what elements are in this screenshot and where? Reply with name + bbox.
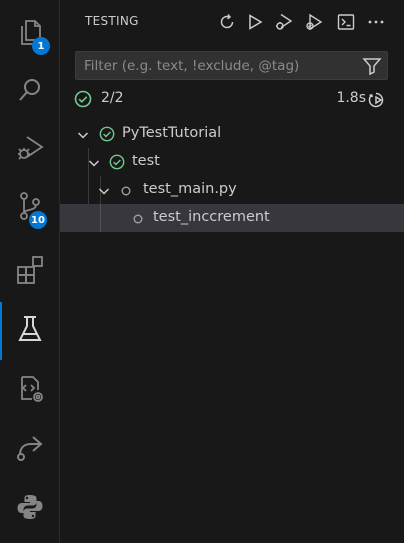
debug-all-icon[interactable] [273, 11, 295, 33]
more-icon[interactable] [365, 11, 387, 33]
unset-status-icon [119, 183, 133, 197]
chevron-down-icon[interactable] [87, 155, 101, 169]
tree-node-test[interactable]: test [60, 148, 404, 176]
run-debug-icon [14, 132, 46, 168]
terminal-icon[interactable] [335, 11, 357, 33]
activity-search[interactable] [0, 63, 59, 121]
test-filter [75, 51, 388, 80]
search-icon [15, 75, 45, 109]
chevron-down-icon[interactable] [76, 127, 90, 141]
filter-icon[interactable] [362, 56, 382, 76]
passed-icon [109, 154, 125, 170]
activity-python[interactable] [0, 480, 59, 538]
tree-node-label: test [132, 153, 160, 169]
tree-node-label: PyTestTutorial [122, 125, 222, 141]
view-title: TESTING [85, 14, 139, 28]
activity-source-control[interactable]: 10 [0, 179, 59, 237]
tree-node-pytesttutorial[interactable]: PyTestTutorial [60, 120, 404, 148]
sidebar-header: TESTING [60, 0, 404, 44]
live-share-icon [13, 433, 47, 467]
refresh-icon[interactable] [216, 11, 238, 33]
tree-node-label: test_inccrement [153, 209, 270, 225]
passed-icon [74, 90, 92, 108]
explorer-badge: 1 [32, 37, 50, 55]
passed-icon [99, 126, 115, 142]
python-icon [15, 492, 45, 526]
indent-guide [100, 204, 101, 232]
testing-sidebar: TESTING Filter (e.g. text, !exclude, @ta… [60, 0, 404, 543]
tree-node-test-inccrement[interactable]: test_inccrement [60, 204, 404, 232]
run-all-icon[interactable] [244, 11, 266, 33]
run-duration: 1.8s [336, 90, 366, 106]
activity-testing[interactable] [0, 302, 59, 360]
unset-status-icon [131, 211, 145, 225]
chevron-down-icon[interactable] [97, 183, 111, 197]
activity-remote-explorer[interactable] [0, 362, 59, 420]
tree-node-test-main[interactable]: test_main.py [60, 176, 404, 204]
test-summary: 2/2 1.8s [74, 88, 394, 110]
passed-count: 2/2 [101, 90, 124, 106]
rerun-icon[interactable] [368, 90, 388, 110]
tree-node-label: test_main.py [143, 181, 237, 197]
filter-input[interactable] [76, 52, 364, 79]
source-control-badge: 10 [29, 211, 47, 229]
activity-extensions[interactable] [0, 243, 59, 301]
activity-run-debug[interactable] [0, 121, 59, 179]
activity-explorer[interactable]: 1 [0, 5, 59, 63]
extensions-icon [14, 254, 46, 290]
activity-bar: 1 10 [0, 0, 60, 543]
activity-live-share[interactable] [0, 421, 59, 479]
beaker-icon [15, 313, 45, 349]
run-coverage-icon[interactable] [303, 11, 325, 33]
remote-explorer-icon [14, 373, 46, 409]
